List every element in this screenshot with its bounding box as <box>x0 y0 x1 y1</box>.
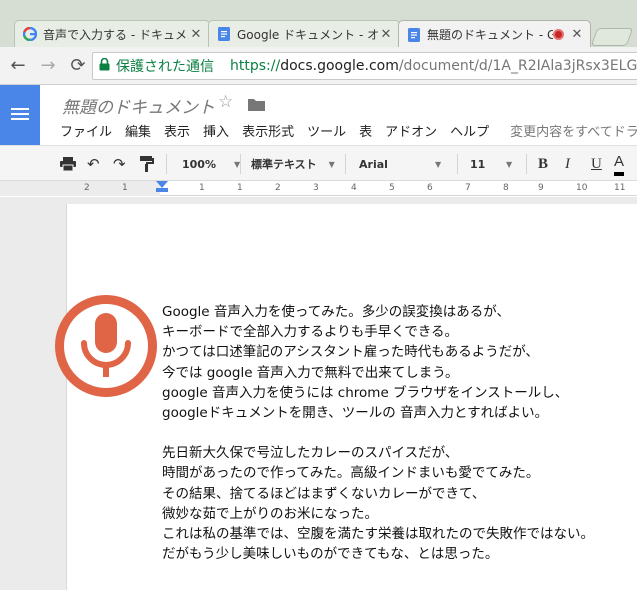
undo-icon[interactable]: ↶ <box>87 146 100 182</box>
zoom-value: 100% <box>182 157 216 171</box>
ruler-tick: 10 <box>576 183 588 193</box>
font-size-value: 11 <box>470 157 486 171</box>
ruler-tick: 2 <box>275 183 281 193</box>
close-icon[interactable]: ✕ <box>570 27 584 42</box>
zoom-select[interactable]: 100% ▼ <box>182 146 240 182</box>
ruler-tick: 1 <box>199 183 205 193</box>
font-family-select[interactable]: Arial ▼ <box>359 146 441 182</box>
body-line: googleドキュメントを開き、ツールの 音声入力とすればよい。 <box>162 404 549 421</box>
back-icon[interactable]: ← <box>6 54 30 78</box>
tab-title: 音声で入力する - ドキュメン <box>43 27 189 42</box>
save-status[interactable]: 変更内容をすべてドライ <box>510 121 637 140</box>
body-line: キーボードで全部入力するよりも手早くできる。 <box>162 324 459 341</box>
left-indent-handle[interactable] <box>156 188 168 192</box>
underline-button[interactable]: U <box>591 146 602 182</box>
ruler-tick: 7 <box>465 183 471 193</box>
menu-tools[interactable]: ツール <box>307 121 346 140</box>
ruler-tick: 1 <box>122 183 128 193</box>
body-line: その結果、捨てるほどはまずくないカレーができて、 <box>162 485 486 502</box>
forward-icon[interactable]: → <box>36 54 60 78</box>
secure-connection-label: 保護された通信 <box>116 59 214 75</box>
menu-addons[interactable]: アドオン <box>385 121 437 140</box>
text-color-button[interactable]: A <box>614 152 625 176</box>
url-scheme: https:// <box>230 58 281 74</box>
browser-tab-strip: 音声で入力する - ドキュメン ✕ Google ドキュメント - オンラ ✕ … <box>0 0 637 48</box>
menu-edit[interactable]: 編集 <box>125 121 151 140</box>
document-body[interactable]: Google 音声入力を使ってみた。多少の誤変換はあるが、 キーボードで全部入力… <box>162 302 594 564</box>
paragraph-style-select[interactable]: 標準テキスト ▼ <box>251 146 335 182</box>
bold-button[interactable]: B <box>538 146 548 182</box>
url-path: /document/d/1A_R2IAla3jRsx3ELGAnY0mc <box>398 58 637 74</box>
ruler-tick: 5 <box>389 183 395 193</box>
ruler-tick: 6 <box>427 183 433 193</box>
italic-button[interactable]: I <box>565 146 570 182</box>
ruler-tick: 8 <box>503 183 509 193</box>
menu-view[interactable]: 表示 <box>164 121 190 140</box>
body-line: 先日新大久保で号泣したカレーのスパイスだが、 <box>162 445 459 462</box>
font-family-value: Arial <box>359 157 388 171</box>
document-title[interactable]: 無題のドキュメント <box>62 93 215 118</box>
body-line: Google 音声入力を使ってみた。多少の誤変換はあるが、 <box>162 304 510 320</box>
ruler-tick: 11 <box>614 183 626 193</box>
body-line: だがもう少し美味しいものができてもな、とは思った。 <box>162 546 499 563</box>
first-line-indent-handle[interactable] <box>156 181 168 188</box>
ruler-margin <box>0 181 160 196</box>
toolbar-divider <box>166 154 167 174</box>
ruler-tick: 3 <box>313 183 319 193</box>
body-line: これは私の基準では、空腹を満たす栄養は取れたので失敗作ではない。 <box>162 525 594 542</box>
docs-header: 無題のドキュメント ☆ ファイル 編集 表示 挿入 表示形式 ツール 表 アドオ… <box>0 85 637 145</box>
toolbar-divider <box>240 154 241 174</box>
ruler[interactable]: 2 1 1 1 2 3 4 5 6 7 8 9 10 11 <box>0 181 637 196</box>
toolbar-divider <box>526 154 527 174</box>
docs-icon <box>407 27 421 42</box>
toolbar-divider <box>345 154 346 174</box>
tab-untitled-document[interactable]: 無題のドキュメント - Goo ✕ <box>398 20 591 48</box>
close-icon[interactable]: ✕ <box>379 27 393 42</box>
address-bar[interactable]: 保護された通信 https:// docs.google.com /docume… <box>92 52 637 80</box>
tab-title: 無題のドキュメント - Goo <box>427 28 553 42</box>
print-icon[interactable] <box>60 146 76 182</box>
menu-format[interactable]: 表示形式 <box>242 121 294 140</box>
docs-icon <box>217 27 231 41</box>
body-line: 今では google 音声入力で無料で出来てしまう。 <box>162 364 459 381</box>
menu-bar: ファイル 編集 表示 挿入 表示形式 ツール 表 アドオン ヘルプ 変更内容をす… <box>60 121 637 140</box>
browser-toolbar: ← → ⟳ 保護された通信 https:// docs.google.com /… <box>0 47 637 85</box>
ruler-tick: 1 <box>237 183 243 193</box>
star-icon[interactable]: ☆ <box>218 92 233 112</box>
paragraph-break <box>162 423 594 443</box>
paint-format-icon[interactable] <box>140 146 154 182</box>
body-line: 微妙な茹で上がりのお米になった。 <box>162 505 378 522</box>
paragraph-style-value: 標準テキスト <box>251 158 317 171</box>
menu-table[interactable]: 表 <box>359 121 372 140</box>
recording-indicator-icon <box>553 29 564 40</box>
chevron-down-icon: ▼ <box>506 159 513 169</box>
google-g-icon <box>23 27 37 41</box>
menu-insert[interactable]: 挿入 <box>203 121 229 140</box>
format-toolbar: ↶ ↷ 100% ▼ 標準テキスト ▼ Arial ▼ 11 ▼ B I U A <box>0 145 637 181</box>
toolbar-divider <box>457 154 458 174</box>
reload-icon[interactable]: ⟳ <box>66 54 90 78</box>
lock-icon <box>99 57 110 75</box>
tab-voice-typing-help[interactable]: 音声で入力する - ドキュメン ✕ <box>14 20 210 47</box>
voice-typing-microphone-icon[interactable] <box>55 295 157 397</box>
ruler-tick: 9 <box>538 183 544 193</box>
url-host: docs.google.com <box>280 58 399 74</box>
body-line: 時間があったので作ってみた。高級インドまいも愛でてみた。 <box>162 465 540 482</box>
docs-home-icon[interactable] <box>0 85 40 145</box>
chevron-down-icon: ▼ <box>328 159 335 169</box>
close-icon[interactable]: ✕ <box>189 27 203 42</box>
chevron-down-icon: ▼ <box>435 159 442 169</box>
menu-file[interactable]: ファイル <box>60 121 112 140</box>
ruler-tick: 2 <box>84 183 90 193</box>
font-size-select[interactable]: 11 ▼ <box>470 146 512 182</box>
menu-help[interactable]: ヘルプ <box>450 121 489 140</box>
body-line: かつては口述筆記のアシスタント雇った時代もあるようだが、 <box>162 344 539 361</box>
body-line: google 音声入力を使うには chrome ブラウザをインストールし、 <box>162 384 569 401</box>
folder-icon[interactable] <box>248 97 265 114</box>
new-tab-button[interactable] <box>590 28 634 46</box>
tab-google-docs[interactable]: Google ドキュメント - オンラ ✕ <box>208 20 400 47</box>
ruler-tick: 4 <box>351 183 357 193</box>
redo-icon[interactable]: ↷ <box>113 146 126 182</box>
tab-title: Google ドキュメント - オンラ <box>237 27 379 42</box>
